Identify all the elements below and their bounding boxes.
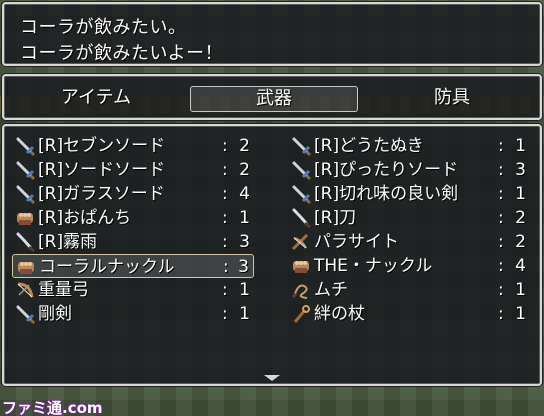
item-quantity: 3 bbox=[238, 257, 249, 277]
item-name: [R]ソードソード bbox=[38, 160, 166, 180]
item-colon: : bbox=[498, 160, 504, 180]
weapon-list-item[interactable]: [R]切れ味の良い剣:1 bbox=[288, 182, 530, 206]
item-name: [R]ぴったりソード bbox=[314, 160, 459, 180]
item-quantity: 1 bbox=[515, 304, 526, 324]
weapon-list-item[interactable]: THE・ナックル:4 bbox=[288, 254, 530, 278]
item-name: パラサイト bbox=[314, 232, 399, 252]
knuckle-icon bbox=[17, 213, 33, 225]
item-colon: : bbox=[222, 136, 228, 156]
item-quantity: 2 bbox=[239, 160, 250, 180]
item-name: 剛剣 bbox=[38, 304, 72, 324]
weapon-list-item[interactable]: [R]霧雨:3 bbox=[12, 230, 254, 254]
item-name: コーラルナックル bbox=[39, 257, 175, 277]
weapon-list-item[interactable]: 重量弓:1 bbox=[12, 278, 254, 302]
tab-weapons[interactable]: 武器 bbox=[190, 86, 358, 112]
item-colon: : bbox=[223, 257, 229, 277]
bow-icon bbox=[17, 282, 34, 298]
item-name: [R]刀 bbox=[314, 208, 357, 228]
item-colon: : bbox=[222, 184, 228, 204]
weapon-list-item[interactable]: [R]セブンソード:2 bbox=[12, 134, 254, 158]
item-list-window: [R]セブンソード:2 [R]どうたぬき:1 [R]ソードソード:2 [R]ぴったりソ… bbox=[2, 124, 542, 386]
item-name: [R]おぱんち bbox=[38, 208, 132, 228]
item-name: [R]どうたぬき bbox=[314, 136, 424, 156]
item-colon: : bbox=[498, 208, 504, 228]
item-colon: : bbox=[222, 160, 228, 180]
knuckle-icon bbox=[18, 262, 34, 274]
weapon-list-item[interactable]: コーラルナックル:3 bbox=[12, 254, 254, 278]
message-line-2: コーラが飲みたいよー！ bbox=[20, 43, 224, 64]
item-name: [R]切れ味の良い剣 bbox=[314, 184, 459, 204]
item-name: ムチ bbox=[314, 280, 348, 300]
crossbow-icon bbox=[291, 233, 309, 251]
weapon-list-item[interactable]: [R]刀:2 bbox=[288, 206, 530, 230]
item-quantity: 1 bbox=[239, 304, 250, 324]
weapon-list-item[interactable]: パラサイト:2 bbox=[288, 230, 530, 254]
item-quantity: 1 bbox=[515, 136, 526, 156]
knuckle-icon bbox=[293, 261, 309, 273]
item-quantity: 2 bbox=[515, 232, 526, 252]
item-quantity: 2 bbox=[239, 136, 250, 156]
sword-icon bbox=[292, 185, 312, 204]
weapon-list-item[interactable]: [R]おぱんち:1 bbox=[12, 206, 254, 230]
weapon-list-item[interactable]: 絆の杖:1 bbox=[288, 302, 530, 326]
item-name: [R]霧雨 bbox=[38, 232, 98, 252]
item-colon: : bbox=[222, 208, 228, 228]
katana-icon bbox=[16, 232, 35, 252]
item-name: 絆の杖 bbox=[314, 304, 365, 324]
item-colon: : bbox=[222, 232, 228, 252]
weapon-list-item[interactable]: [R]どうたぬき:1 bbox=[288, 134, 530, 158]
item-quantity: 4 bbox=[515, 256, 526, 276]
item-colon: : bbox=[222, 304, 228, 324]
tab-items[interactable]: アイテム bbox=[12, 86, 180, 112]
item-name: THE・ナックル bbox=[314, 256, 433, 276]
category-window: アイテム 武器 防具 bbox=[2, 74, 542, 120]
item-quantity: 2 bbox=[515, 208, 526, 228]
item-quantity: 4 bbox=[239, 184, 250, 204]
item-name: 重量弓 bbox=[38, 280, 89, 300]
weapon-list-item[interactable]: [R]ぴったりソード:3 bbox=[288, 158, 530, 182]
item-colon: : bbox=[498, 304, 504, 324]
item-quantity: 1 bbox=[239, 208, 250, 228]
watermark-logo: ファミ通.com bbox=[2, 399, 103, 416]
weapon-list-item[interactable]: 剛剣:1 bbox=[12, 302, 254, 326]
item-colon: : bbox=[222, 280, 228, 300]
sword-icon bbox=[16, 305, 36, 324]
item-name: [R]ガラスソード bbox=[38, 184, 165, 204]
item-quantity: 1 bbox=[515, 184, 526, 204]
item-colon: : bbox=[498, 184, 504, 204]
item-quantity: 3 bbox=[515, 160, 526, 180]
item-quantity: 1 bbox=[239, 280, 250, 300]
sword-icon bbox=[292, 137, 312, 156]
item-quantity: 3 bbox=[239, 232, 250, 252]
weapon-list-item[interactable]: [R]ガラスソード:4 bbox=[12, 182, 254, 206]
message-window: コーラが飲みたい。 コーラが飲みたいよー！ bbox=[2, 2, 542, 66]
item-colon: : bbox=[498, 280, 504, 300]
whip-icon bbox=[291, 284, 308, 299]
item-colon: : bbox=[498, 256, 504, 276]
item-quantity: 1 bbox=[515, 280, 526, 300]
sword-icon bbox=[16, 137, 36, 156]
katana-icon bbox=[292, 208, 311, 228]
scroll-down-icon[interactable] bbox=[262, 374, 282, 382]
message-line-1: コーラが飲みたい。 bbox=[20, 17, 187, 38]
sword-icon bbox=[16, 161, 36, 180]
staff-icon bbox=[293, 305, 310, 323]
sword-icon bbox=[16, 185, 36, 204]
item-colon: : bbox=[498, 136, 504, 156]
tab-armor[interactable]: 防具 bbox=[368, 86, 536, 112]
sword-icon bbox=[292, 161, 312, 180]
item-colon: : bbox=[498, 232, 504, 252]
weapon-list-item[interactable]: ムチ:1 bbox=[288, 278, 530, 302]
item-name: [R]セブンソード bbox=[38, 136, 166, 156]
weapon-list-item[interactable]: [R]ソードソード:2 bbox=[12, 158, 254, 182]
